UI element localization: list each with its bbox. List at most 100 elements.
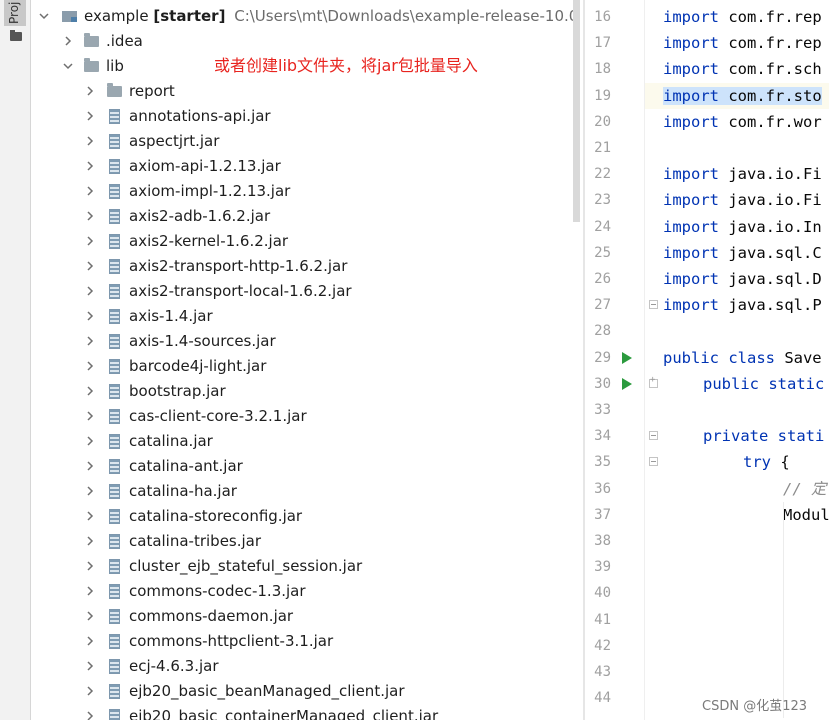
chevron-right-icon[interactable]: [83, 329, 97, 354]
tree-row-jar[interactable]: cluster_ejb_stateful_session.jar: [31, 554, 573, 579]
chevron-right-icon[interactable]: [83, 579, 97, 604]
chevron-right-icon[interactable]: [83, 79, 97, 104]
fold-icon[interactable]: [649, 300, 658, 310]
chevron-right-icon[interactable]: [83, 629, 97, 654]
code-line[interactable]: 30 public static: [585, 371, 829, 397]
chevron-right-icon[interactable]: [83, 429, 97, 454]
chevron-down-icon[interactable]: [61, 54, 75, 79]
chevron-down-icon[interactable]: [37, 4, 51, 29]
chevron-right-icon[interactable]: [83, 279, 97, 304]
tree-row-root[interactable]: example [starter] C:\Users\mt\Downloads\…: [31, 4, 573, 29]
tree-row-jar[interactable]: axiom-api-1.2.13.jar: [31, 154, 573, 179]
chevron-right-icon[interactable]: [83, 179, 97, 204]
code-line[interactable]: 22 import java.io.Fi: [585, 161, 829, 187]
code-line[interactable]: 38: [585, 528, 829, 554]
jar-file-icon: [109, 384, 120, 399]
code-line[interactable]: 42: [585, 633, 829, 659]
jar-file-icon: [109, 184, 120, 199]
code-line[interactable]: 27 import java.sql.P: [585, 292, 829, 318]
fold-icon[interactable]: [649, 457, 658, 467]
code-line[interactable]: 24 import java.io.In: [585, 214, 829, 240]
tree-row-jar[interactable]: commons-daemon.jar: [31, 604, 573, 629]
code-line[interactable]: 35 try {: [585, 449, 829, 475]
tree-row-jar[interactable]: commons-httpclient-3.1.jar: [31, 629, 573, 654]
code-line[interactable]: 37 Modul: [585, 502, 829, 528]
tree-row-jar[interactable]: ejb20_basic_beanManaged_client.jar: [31, 679, 573, 704]
tree-row-jar[interactable]: axis-1.4-sources.jar: [31, 329, 573, 354]
folder-icon[interactable]: [10, 30, 22, 41]
chevron-right-icon[interactable]: [83, 129, 97, 154]
tree-row-jar[interactable]: axis-1.4.jar: [31, 304, 573, 329]
code-line[interactable]: 16 import com.fr.rep: [585, 4, 829, 30]
code-line[interactable]: 29 public class Save: [585, 345, 829, 371]
chevron-right-icon[interactable]: [83, 454, 97, 479]
tree-row-jar[interactable]: axis2-kernel-1.6.2.jar: [31, 229, 573, 254]
keyword: public static: [703, 374, 825, 393]
code-editor[interactable]: 16 import com.fr.rep 17 import com.fr.rep 18…: [585, 0, 829, 720]
code-line[interactable]: 33: [585, 397, 829, 423]
tree-row-jar[interactable]: catalina-tribes.jar: [31, 529, 573, 554]
code-line[interactable]: 17 import com.fr.rep: [585, 30, 829, 56]
tree-row-jar[interactable]: axis2-adb-1.6.2.jar: [31, 204, 573, 229]
tree-row-jar[interactable]: catalina.jar: [31, 429, 573, 454]
chevron-right-icon[interactable]: [83, 229, 97, 254]
code-line[interactable]: 40: [585, 580, 829, 606]
tree-row-report[interactable]: report: [31, 79, 573, 104]
tree-label-jar: catalina-tribes.jar: [129, 532, 262, 550]
chevron-right-icon[interactable]: [83, 704, 97, 720]
tree-row-jar[interactable]: catalina-ant.jar: [31, 454, 573, 479]
code-line[interactable]: 39: [585, 554, 829, 580]
chevron-right-icon[interactable]: [83, 254, 97, 279]
tree-row-idea[interactable]: .idea: [31, 29, 573, 54]
project-tool-tab[interactable]: Proj: [4, 0, 26, 26]
tree-row-jar[interactable]: ecj-4.6.3.jar: [31, 654, 573, 679]
run-gutter-icon[interactable]: [622, 377, 632, 390]
code-line[interactable]: 25 import java.sql.C: [585, 240, 829, 266]
tree-row-jar[interactable]: annotations-api.jar: [31, 104, 573, 129]
tree-row-jar[interactable]: ejb20_basic_containerManaged_client.jar: [31, 704, 573, 720]
fold-icon[interactable]: [649, 431, 658, 441]
code-line[interactable]: 34 private stati: [585, 423, 829, 449]
chevron-right-icon[interactable]: [61, 29, 75, 54]
tree-row-jar[interactable]: aspectjrt.jar: [31, 129, 573, 154]
chevron-right-icon[interactable]: [83, 679, 97, 704]
tree-row-jar[interactable]: bootstrap.jar: [31, 379, 573, 404]
tree-row-jar[interactable]: axiom-impl-1.2.13.jar: [31, 179, 573, 204]
chevron-right-icon[interactable]: [83, 354, 97, 379]
code-line[interactable]: 28: [585, 318, 829, 344]
tree-row-jar[interactable]: axis2-transport-http-1.6.2.jar: [31, 254, 573, 279]
chevron-right-icon[interactable]: [83, 154, 97, 179]
tree-row-jar[interactable]: cas-client-core-3.2.1.jar: [31, 404, 573, 429]
chevron-right-icon[interactable]: [83, 204, 97, 229]
run-gutter-icon[interactable]: [622, 351, 632, 364]
chevron-right-icon[interactable]: [83, 554, 97, 579]
chevron-right-icon[interactable]: [83, 104, 97, 129]
tree-scrollbar-thumb[interactable]: [573, 0, 580, 222]
code-line[interactable]: 21: [585, 135, 829, 161]
code-line[interactable]: 41: [585, 607, 829, 633]
chevron-right-icon[interactable]: [83, 604, 97, 629]
tree-row-jar[interactable]: axis2-transport-local-1.6.2.jar: [31, 279, 573, 304]
keyword: import: [663, 243, 719, 262]
chevron-right-icon[interactable]: [83, 654, 97, 679]
code-line[interactable]: 19 import com.fr.sto: [585, 82, 829, 109]
tree-row-jar[interactable]: catalina-storeconfig.jar: [31, 504, 573, 529]
code-line[interactable]: 20 import com.fr.wor: [585, 109, 829, 135]
code-line[interactable]: 23 import java.io.Fi: [585, 187, 829, 213]
expand-fold-icon[interactable]: [649, 375, 658, 388]
code-line[interactable]: 18 import com.fr.sch: [585, 56, 829, 82]
code-line[interactable]: 43: [585, 659, 829, 685]
code-line[interactable]: 36 // 定: [585, 476, 829, 502]
chevron-right-icon[interactable]: [83, 479, 97, 504]
tree-row-jar[interactable]: barcode4j-light.jar: [31, 354, 573, 379]
chevron-right-icon[interactable]: [83, 304, 97, 329]
code-line[interactable]: 26 import java.sql.D: [585, 266, 829, 292]
jar-file-icon: [109, 609, 120, 624]
chevron-right-icon[interactable]: [83, 379, 97, 404]
chevron-right-icon[interactable]: [83, 529, 97, 554]
chevron-right-icon[interactable]: [83, 404, 97, 429]
chevron-right-icon[interactable]: [83, 504, 97, 529]
tree-row-jar[interactable]: catalina-ha.jar: [31, 479, 573, 504]
jar-file-icon: [109, 134, 120, 149]
tree-row-jar[interactable]: commons-codec-1.3.jar: [31, 579, 573, 604]
